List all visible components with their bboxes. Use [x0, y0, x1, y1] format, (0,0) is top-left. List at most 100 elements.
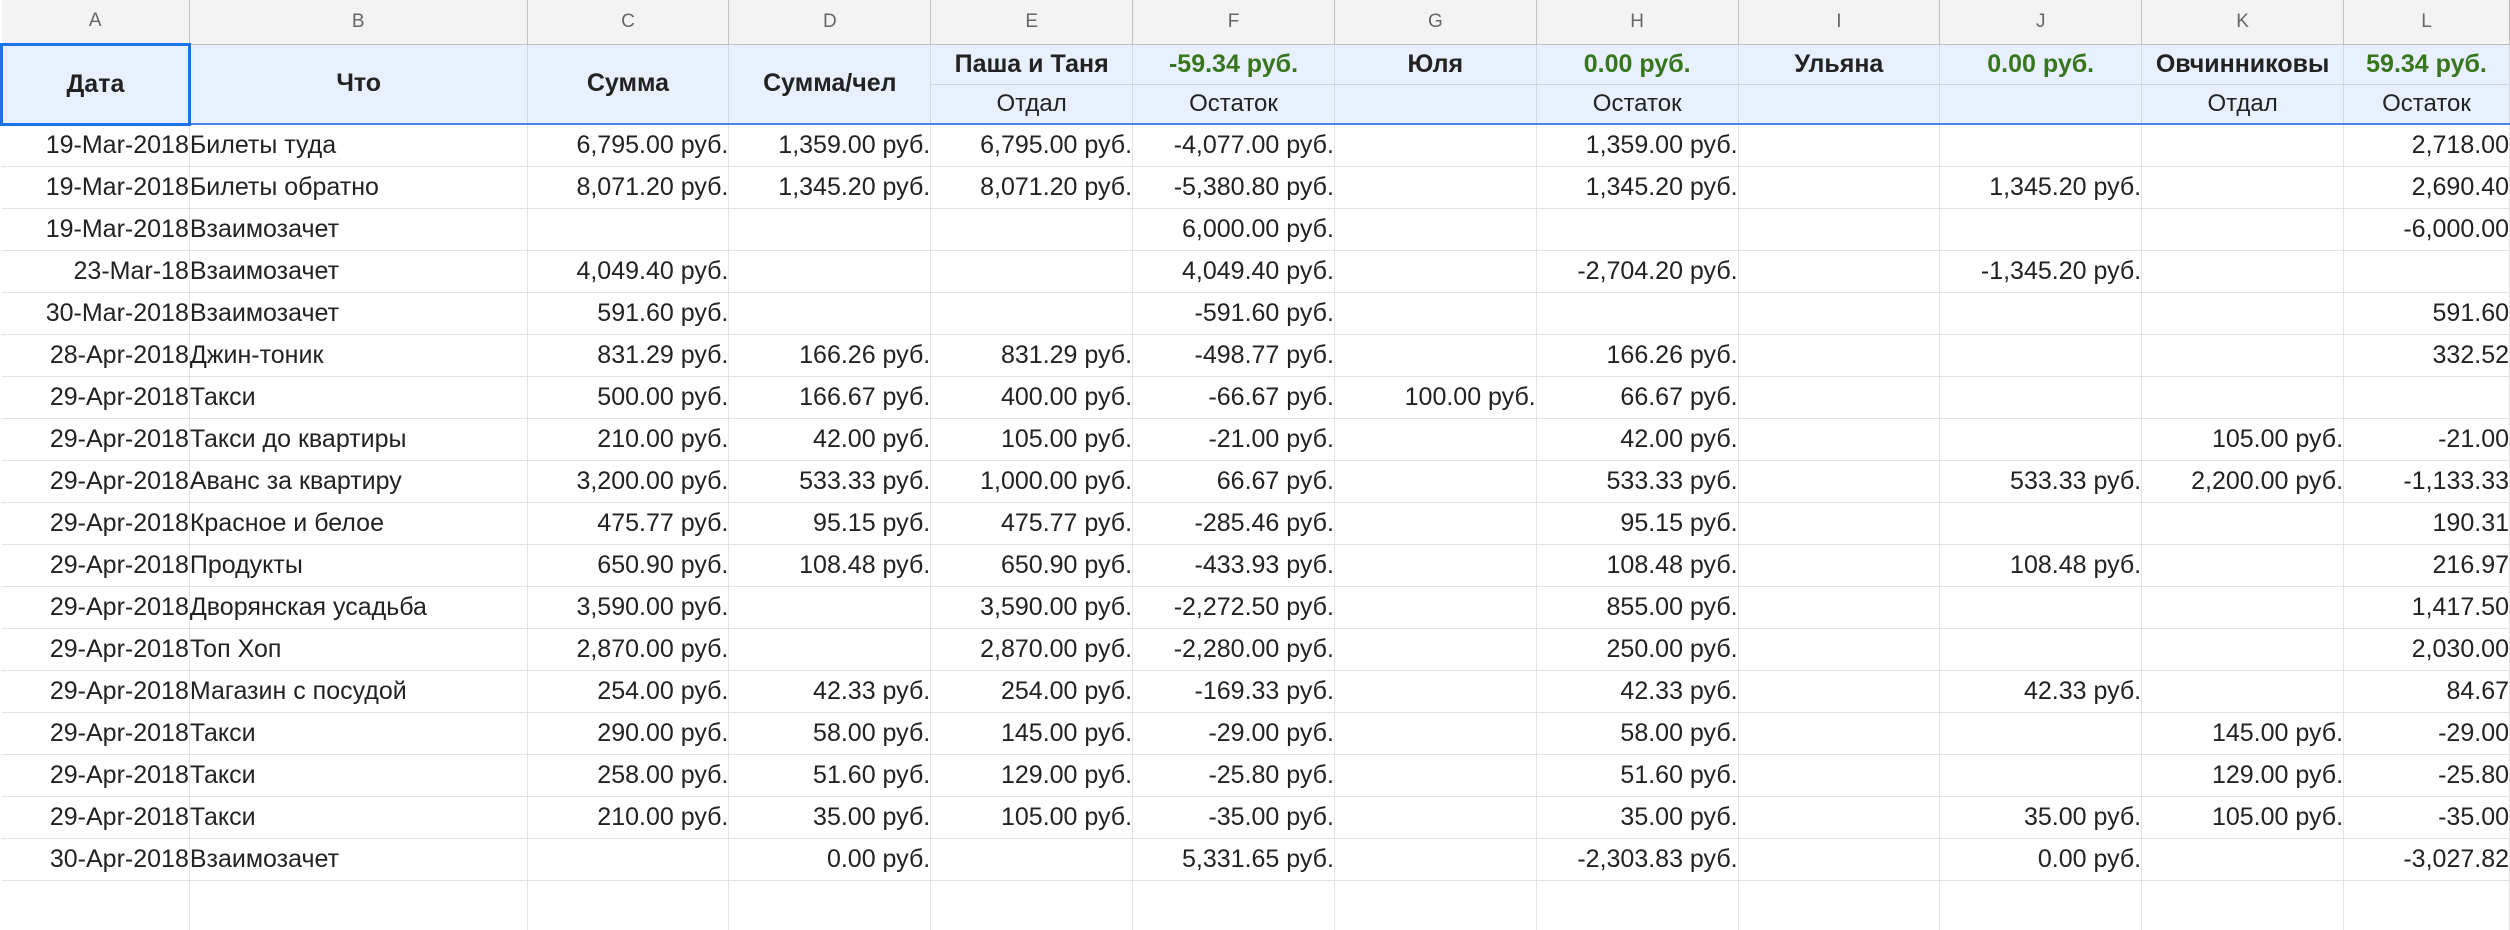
cell-k[interactable] — [2141, 628, 2345, 671]
cell-e[interactable]: 145.00 руб. — [930, 712, 1134, 755]
cell-l[interactable]: -1,133.33 — [2343, 460, 2510, 503]
cell-b[interactable] — [189, 880, 528, 930]
cell-e[interactable]: 8,071.20 руб. — [930, 166, 1134, 209]
cell-a[interactable]: 29-Apr-2018 — [1, 586, 190, 629]
column-header-j[interactable]: J — [1939, 0, 2143, 45]
cell-b[interactable]: Билеты обратно — [189, 166, 528, 209]
column-header-c[interactable]: C — [527, 0, 730, 45]
cell-d[interactable] — [728, 628, 932, 671]
cell-a[interactable]: 29-Apr-2018 — [1, 712, 190, 755]
cell-k[interactable] — [2141, 250, 2345, 293]
column-header-e[interactable]: E — [930, 0, 1134, 45]
cell-i[interactable] — [1738, 292, 1941, 335]
column-header-k[interactable]: K — [2141, 0, 2345, 45]
header-ovchinnikovy-remainder-cell[interactable]: Остаток — [2343, 84, 2510, 125]
cell-b[interactable]: Взаимозачет — [189, 292, 528, 335]
cell-b[interactable]: Джин-тоник — [189, 334, 528, 377]
cell-c[interactable]: 3,590.00 руб. — [527, 586, 730, 629]
cell-c[interactable]: 4,049.40 руб. — [527, 250, 730, 293]
cell-d[interactable]: 58.00 руб. — [728, 712, 932, 755]
cell-f[interactable]: -285.46 руб. — [1132, 502, 1335, 545]
cell-i[interactable] — [1738, 796, 1941, 839]
cell-a[interactable] — [1, 880, 190, 930]
cell-a[interactable]: 29-Apr-2018 — [1, 628, 190, 671]
cell-f[interactable]: -66.67 руб. — [1132, 376, 1335, 419]
cell-l[interactable]: 216.97 — [2343, 544, 2510, 587]
cell-a[interactable]: 29-Apr-2018 — [1, 796, 190, 839]
cell-a[interactable]: 19-Mar-2018 — [1, 166, 190, 209]
cell-j[interactable]: -1,345.20 руб. — [1939, 250, 2143, 293]
cell-g[interactable] — [1334, 502, 1537, 545]
cell-h[interactable]: 66.67 руб. — [1536, 376, 1739, 419]
cell-k[interactable]: 2,200.00 руб. — [2141, 460, 2345, 503]
cell-d[interactable] — [728, 208, 932, 251]
cell-e[interactable]: 129.00 руб. — [930, 754, 1134, 797]
cell-h[interactable]: -2,704.20 руб. — [1536, 250, 1739, 293]
cell-k[interactable] — [2141, 124, 2345, 167]
cell-j[interactable] — [1939, 376, 2143, 419]
cell-f[interactable]: -5,380.80 руб. — [1132, 166, 1335, 209]
cell-h[interactable]: 42.00 руб. — [1536, 418, 1739, 461]
cell-l[interactable]: 190.31 — [2343, 502, 2510, 545]
cell-g[interactable] — [1334, 334, 1537, 377]
header-ulyana-balance-cell[interactable]: 0.00 руб. — [1939, 44, 2143, 85]
cell-h[interactable]: 108.48 руб. — [1536, 544, 1739, 587]
cell-a[interactable]: 29-Apr-2018 — [1, 460, 190, 503]
cell-e[interactable]: 2,870.00 руб. — [930, 628, 1134, 671]
cell-g[interactable] — [1334, 250, 1537, 293]
cell-g[interactable] — [1334, 292, 1537, 335]
cell-l[interactable] — [2343, 250, 2510, 293]
cell-d[interactable]: 1,359.00 руб. — [728, 124, 932, 167]
header-ulyana-paid-cell[interactable] — [1738, 84, 1941, 125]
cell-h[interactable] — [1536, 880, 1739, 930]
cell-i[interactable] — [1738, 670, 1941, 713]
header-ulyana-cell[interactable]: Ульяна — [1738, 44, 1941, 85]
header-date-cell[interactable]: Дата — [0, 42, 191, 126]
cell-c[interactable]: 254.00 руб. — [527, 670, 730, 713]
cell-l[interactable]: 2,030.00 — [2343, 628, 2510, 671]
cell-k[interactable] — [2141, 502, 2345, 545]
cell-a[interactable]: 30-Apr-2018 — [1, 838, 190, 881]
cell-l[interactable]: -21.00 — [2343, 418, 2510, 461]
cell-j[interactable] — [1939, 124, 2143, 167]
cell-c[interactable]: 500.00 руб. — [527, 376, 730, 419]
cell-j[interactable] — [1939, 502, 2143, 545]
cell-i[interactable] — [1738, 502, 1941, 545]
cell-i[interactable] — [1738, 712, 1941, 755]
cell-i[interactable] — [1738, 250, 1941, 293]
header-ovchinnikovy-balance-cell[interactable]: 59.34 руб. — [2343, 44, 2510, 85]
cell-f[interactable] — [1132, 880, 1335, 930]
cell-l[interactable]: -25.80 — [2343, 754, 2510, 797]
cell-d[interactable] — [728, 880, 932, 930]
column-header-d[interactable]: D — [728, 0, 932, 45]
cell-a[interactable]: 29-Apr-2018 — [1, 418, 190, 461]
cell-j[interactable] — [1939, 754, 2143, 797]
cell-k[interactable] — [2141, 880, 2345, 930]
cell-f[interactable]: -2,272.50 руб. — [1132, 586, 1335, 629]
cell-k[interactable] — [2141, 376, 2345, 419]
cell-d[interactable]: 166.26 руб. — [728, 334, 932, 377]
cell-b[interactable]: Билеты туда — [189, 124, 528, 167]
cell-c[interactable]: 8,071.20 руб. — [527, 166, 730, 209]
cell-c[interactable]: 210.00 руб. — [527, 418, 730, 461]
cell-g[interactable] — [1334, 208, 1537, 251]
cell-d[interactable]: 533.33 руб. — [728, 460, 932, 503]
cell-l[interactable]: 84.67 — [2343, 670, 2510, 713]
cell-k[interactable] — [2141, 586, 2345, 629]
cell-c[interactable]: 2,870.00 руб. — [527, 628, 730, 671]
cell-l[interactable]: -35.00 — [2343, 796, 2510, 839]
cell-d[interactable]: 51.60 руб. — [728, 754, 932, 797]
header-ulyana-remainder-cell[interactable] — [1939, 84, 2143, 125]
cell-a[interactable]: 28-Apr-2018 — [1, 334, 190, 377]
cell-g[interactable] — [1334, 754, 1537, 797]
cell-l[interactable] — [2343, 880, 2510, 930]
cell-e[interactable] — [930, 250, 1134, 293]
cell-i[interactable] — [1738, 880, 1941, 930]
cell-b[interactable]: Такси — [189, 754, 528, 797]
cell-l[interactable]: 2,718.00 — [2343, 124, 2510, 167]
cell-h[interactable] — [1536, 292, 1739, 335]
cell-g[interactable] — [1334, 628, 1537, 671]
cell-j[interactable]: 533.33 руб. — [1939, 460, 2143, 503]
cell-e[interactable] — [930, 292, 1134, 335]
cell-f[interactable]: -433.93 руб. — [1132, 544, 1335, 587]
